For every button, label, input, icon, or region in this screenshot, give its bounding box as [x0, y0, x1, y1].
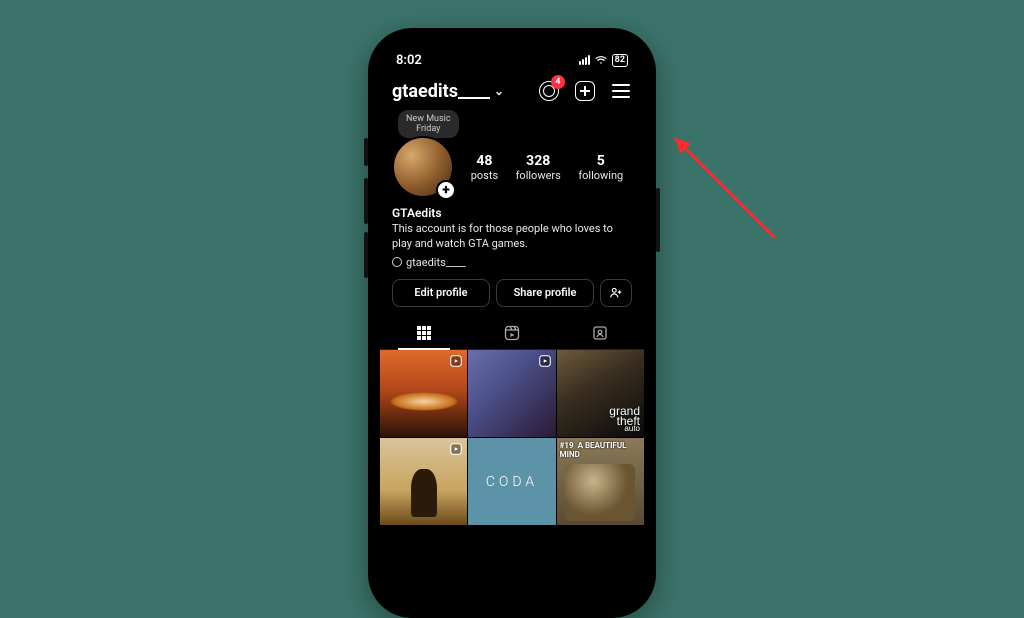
stat-following-count: 5 [578, 153, 623, 169]
phone-notch [452, 40, 572, 66]
gta-logo-line3: auto [609, 426, 640, 433]
coda-label: CODA [486, 474, 538, 490]
plus-icon: + [442, 182, 449, 198]
post-thumbnail[interactable] [380, 350, 467, 437]
tagged-icon [592, 325, 608, 341]
post-thumbnail[interactable] [380, 438, 467, 525]
stat-following[interactable]: 5 following [578, 153, 623, 182]
annotation-arrow [665, 128, 785, 248]
at-icon [392, 257, 402, 267]
notification-badge: 4 [551, 75, 565, 89]
grid-icon [416, 325, 432, 341]
add-story-button[interactable]: + [436, 180, 456, 200]
add-person-icon [609, 286, 623, 300]
stat-followers-count: 328 [516, 153, 561, 169]
discover-people-button[interactable] [600, 279, 632, 307]
reel-badge-icon [449, 442, 463, 456]
stat-posts-label: posts [471, 169, 498, 182]
post-thumbnail[interactable]: #19 A BEAUTIFUL MIND [557, 438, 644, 525]
edit-profile-button[interactable]: Edit profile [392, 279, 490, 307]
stat-following-label: following [578, 169, 623, 182]
phone-screen: 8:02 82 gtaedits____ ⌄ 4 [380, 40, 644, 606]
threads-handle-label: gtaedits____ [406, 256, 466, 269]
tile-tag: #19 [560, 441, 574, 450]
chevron-down-icon: ⌄ [494, 84, 504, 98]
threads-handle-link[interactable]: gtaedits____ [392, 256, 632, 269]
stat-posts-count: 48 [471, 153, 498, 169]
plus-square-icon [575, 81, 595, 101]
profile-tabs [380, 317, 644, 350]
phone-volume-down [364, 232, 368, 278]
hamburger-icon [612, 84, 630, 97]
wifi-icon [594, 55, 608, 65]
tab-grid[interactable] [380, 317, 468, 349]
username-switcher[interactable]: gtaedits____ ⌄ [392, 81, 504, 102]
phone-volume-up [364, 178, 368, 224]
create-button[interactable] [574, 80, 596, 102]
phone-mockup: 8:02 82 gtaedits____ ⌄ 4 [368, 28, 656, 618]
post-thumbnail[interactable] [468, 350, 555, 437]
username-label: gtaedits____ [392, 81, 490, 102]
post-grid: grand theft auto CODA #19 A BEAUTIFUL MI… [380, 350, 644, 526]
bio-text: This account is for those people who lov… [392, 222, 632, 252]
cellular-signal-icon [579, 55, 590, 65]
post-thumbnail[interactable]: grand theft auto [557, 350, 644, 437]
stat-followers-label: followers [516, 169, 561, 182]
profile-header: gtaedits____ ⌄ 4 [380, 76, 644, 110]
battery-indicator: 82 [612, 54, 628, 67]
phone-power-button [656, 188, 660, 252]
display-name: GTAedits [392, 206, 632, 220]
reel-badge-icon [449, 354, 463, 368]
suggestion-tooltip[interactable]: New Music Friday [398, 110, 459, 138]
post-thumbnail[interactable]: CODA [468, 438, 555, 525]
reels-icon [504, 325, 520, 341]
reel-badge-icon [538, 354, 552, 368]
avatar[interactable]: + [392, 136, 454, 198]
tab-reels[interactable] [468, 317, 556, 349]
status-time: 8:02 [396, 53, 422, 68]
threads-button[interactable]: 4 [538, 80, 560, 102]
phone-silence-switch [364, 138, 368, 166]
share-profile-button[interactable]: Share profile [496, 279, 594, 307]
menu-button[interactable] [610, 80, 632, 102]
stat-followers[interactable]: 328 followers [516, 153, 561, 182]
stat-posts[interactable]: 48 posts [471, 153, 498, 182]
tab-tagged[interactable] [556, 317, 644, 349]
